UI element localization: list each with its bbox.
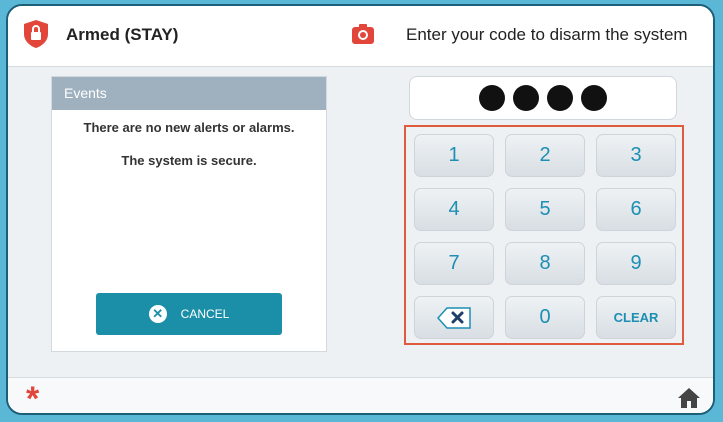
footer-bar: * — [8, 377, 713, 413]
lock-shield-icon — [24, 20, 48, 48]
panel-frame: Armed (STAY) Enter your code to disarm t… — [6, 4, 715, 415]
home-icon[interactable] — [677, 387, 701, 409]
disarm-prompt: Enter your code to disarm the system — [406, 25, 688, 44]
keypad: 1 2 3 4 5 6 7 8 9 0 CLEAR — [404, 125, 684, 345]
code-entry-display — [409, 76, 677, 120]
key-8[interactable]: 8 — [505, 242, 585, 285]
events-title: Events — [52, 77, 326, 110]
code-digit-dot — [479, 85, 505, 111]
camera-icon[interactable] — [352, 24, 374, 44]
events-panel: Events There are no new alerts or alarms… — [51, 76, 327, 352]
cancel-button-label: CANCEL — [180, 307, 230, 321]
events-message-alerts: There are no new alerts or alarms. — [83, 120, 295, 135]
backspace-icon — [437, 306, 471, 329]
key-3[interactable]: 3 — [596, 134, 676, 177]
key-0[interactable]: 0 — [505, 296, 585, 339]
key-2[interactable]: 2 — [505, 134, 585, 177]
main-content: Events There are no new alerts or alarms… — [8, 67, 713, 377]
clear-key[interactable]: CLEAR — [596, 296, 676, 339]
cancel-button[interactable]: ✕ CANCEL — [96, 293, 282, 335]
key-4[interactable]: 4 — [414, 188, 494, 231]
close-circle-icon: ✕ — [148, 305, 167, 323]
code-digit-dot — [513, 85, 539, 111]
asterisk-icon[interactable]: * — [26, 382, 39, 413]
code-digit-dot — [547, 85, 573, 111]
key-1[interactable]: 1 — [414, 134, 494, 177]
arm-status-label: Armed (STAY) — [66, 25, 179, 44]
backspace-key[interactable] — [414, 296, 494, 339]
key-6[interactable]: 6 — [596, 188, 676, 231]
key-9[interactable]: 9 — [596, 242, 676, 285]
events-message-secure: The system is secure. — [121, 153, 257, 168]
code-digit-dot — [581, 85, 607, 111]
key-5[interactable]: 5 — [505, 188, 585, 231]
header-bar: Armed (STAY) Enter your code to disarm t… — [8, 6, 713, 67]
key-7[interactable]: 7 — [414, 242, 494, 285]
